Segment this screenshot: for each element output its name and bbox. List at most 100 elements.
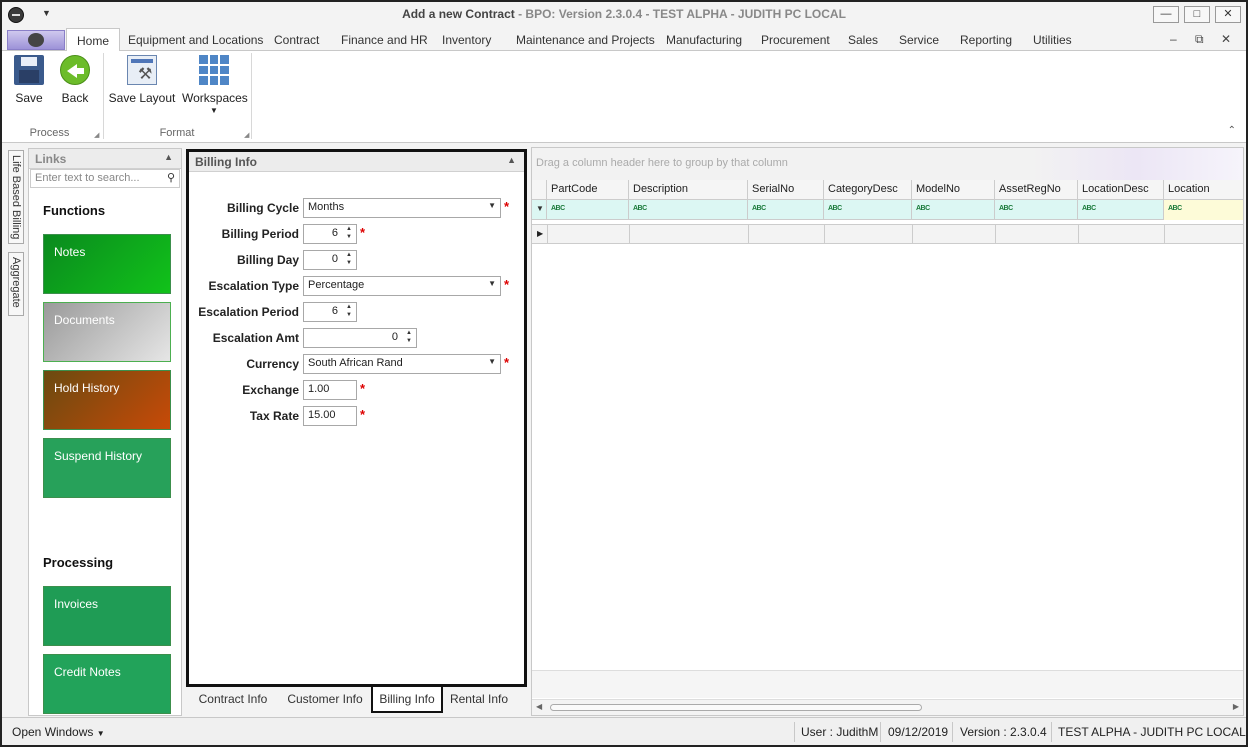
column-header-categorydesc[interactable]: CategoryDesc <box>824 180 912 200</box>
filter-cell-serialno[interactable]: ABC <box>748 200 824 220</box>
tab-equipment-and-locations[interactable]: Equipment and Locations <box>128 33 263 47</box>
tab-utilities[interactable]: Utilities <box>1033 33 1072 47</box>
status-separator <box>952 722 953 742</box>
invoices-tile[interactable]: Invoices <box>43 586 171 646</box>
tab-finance-and-hr[interactable]: Finance and HR <box>341 33 428 47</box>
filter-cell-description[interactable]: ABC <box>629 200 748 220</box>
exchange-input[interactable]: 1.00 <box>303 380 357 400</box>
filter-cell-modelno[interactable]: ABC <box>912 200 995 220</box>
close-button[interactable]: ✕ <box>1215 6 1241 23</box>
column-header-partcode[interactable]: PartCode <box>547 180 629 200</box>
escalation-period-label: Escalation Period <box>198 305 299 319</box>
billing-day-spinner[interactable]: 0 ▲ ▼ <box>303 250 357 270</box>
filter-cell-locationdesc[interactable]: ABC <box>1078 200 1164 220</box>
window-title-main: Add a new Contract <box>402 7 515 21</box>
tab-procurement[interactable]: Procurement <box>761 33 830 47</box>
column-header-description[interactable]: Description <box>629 180 748 200</box>
column-header-locationdesc[interactable]: LocationDesc <box>1078 180 1164 200</box>
documents-tile[interactable]: Documents <box>43 302 171 362</box>
group-by-panel[interactable]: Drag a column header here to group by th… <box>532 148 1243 180</box>
workspaces-button[interactable]: Workspaces ▼ <box>182 55 248 115</box>
mdi-minimize-button[interactable]: – <box>1170 32 1177 46</box>
exchange-value: 1.00 <box>308 383 330 395</box>
collapse-ribbon-icon[interactable]: ⌃ <box>1228 125 1236 136</box>
new-item-row[interactable]: ▶ <box>532 224 1243 244</box>
escalation-amt-spinner[interactable]: 0 ▲ ▼ <box>303 328 417 348</box>
escalation-type-combo[interactable]: Percentage ▼ <box>303 276 501 296</box>
pin-icon[interactable]: ▲ <box>507 155 516 165</box>
process-group-launcher-icon[interactable]: ◢ <box>94 131 99 139</box>
suspend-history-tile[interactable]: Suspend History <box>43 438 171 498</box>
filter-cell-categorydesc[interactable]: ABC <box>824 200 912 220</box>
hold-history-tile[interactable]: Hold History <box>43 370 171 430</box>
tab-home[interactable]: Home <box>66 28 121 52</box>
tab-maintenance-and-projects[interactable]: Maintenance and Projects <box>516 33 655 47</box>
spin-updown-icon[interactable]: ▲ ▼ <box>404 329 414 347</box>
tax-rate-input[interactable]: 15.00 <box>303 406 357 426</box>
tab-reporting[interactable]: Reporting <box>960 33 1012 47</box>
credit-notes-tile[interactable]: Credit Notes <box>43 654 171 714</box>
billing-cycle-combo[interactable]: Months ▼ <box>303 198 501 218</box>
maximize-button[interactable]: □ <box>1184 6 1210 23</box>
app-window: ▼ Add a new Contract - BPO: Version 2.3.… <box>0 0 1248 747</box>
cell-divider <box>1164 225 1165 243</box>
save-layout-button[interactable]: Save Layout <box>108 55 176 105</box>
open-windows-menu[interactable]: Open Windows ▼ <box>12 725 105 739</box>
notes-tile[interactable]: Notes <box>43 234 171 294</box>
format-group-launcher-icon[interactable]: ◢ <box>244 131 249 139</box>
column-header-location[interactable]: Location <box>1164 180 1243 200</box>
tab-customer-info[interactable]: Customer Info <box>280 687 370 713</box>
billing-period-spinner[interactable]: 6 ▲ ▼ <box>303 224 357 244</box>
billing-cycle-value: Months <box>308 201 345 213</box>
escalation-period-spinner[interactable]: 6 ▲ ▼ <box>303 302 357 322</box>
column-header-assetregno[interactable]: AssetRegNo <box>995 180 1078 200</box>
links-search-input[interactable]: Enter text to search... ⚲ <box>30 169 180 188</box>
row-indicator-icon: ▶ <box>537 229 544 238</box>
status-user: User : JudithM <box>801 725 879 739</box>
tax-rate-value: 15.00 <box>308 409 336 421</box>
links-panel-header: Links ▲ <box>29 149 181 169</box>
application-menu-button[interactable] <box>7 30 65 50</box>
chevron-down-icon[interactable]: ▼ <box>488 201 496 210</box>
filter-cell-partcode[interactable]: ABC <box>547 200 629 220</box>
chevron-down-icon[interactable]: ▼ <box>488 279 496 288</box>
tab-billing-info[interactable]: Billing Info <box>371 687 443 713</box>
status-date: 09/12/2019 <box>888 725 949 739</box>
tab-rental-info[interactable]: Rental Info <box>443 687 515 713</box>
chevron-down-icon[interactable]: ▼ <box>488 357 496 366</box>
side-tab-life-based-billing[interactable]: Life Based Billing <box>8 150 24 244</box>
mdi-restore-button[interactable]: ⧉ <box>1195 32 1204 47</box>
filter-cell-location[interactable]: ABC <box>1164 200 1243 220</box>
back-button[interactable]: Back <box>58 55 92 105</box>
side-tab-aggregate[interactable]: Aggregate <box>8 252 24 316</box>
tab-sales[interactable]: Sales <box>848 33 878 47</box>
save-button[interactable]: Save <box>12 55 46 105</box>
column-header-serialno[interactable]: SerialNo <box>748 180 824 200</box>
pin-icon[interactable]: ▲ <box>164 152 173 162</box>
tab-service[interactable]: Service <box>899 33 939 47</box>
ribbon-tab-bar: Home Equipment and Locations Contract Fi… <box>2 28 1246 52</box>
horizontal-scrollbar[interactable]: ◀ ▶ <box>532 699 1243 715</box>
mdi-close-button[interactable]: ✕ <box>1221 32 1231 46</box>
items-grid: Drag a column header here to group by th… <box>531 147 1244 716</box>
tab-contract[interactable]: Contract <box>274 33 319 47</box>
currency-combo[interactable]: South African Rand ▼ <box>303 354 501 374</box>
cell-divider <box>912 225 913 243</box>
billing-cycle-row: Billing Cycle <box>189 198 299 218</box>
spin-updown-icon[interactable]: ▲ ▼ <box>344 225 354 243</box>
scroll-left-icon[interactable]: ◀ <box>536 702 542 711</box>
status-separator <box>880 722 881 742</box>
spin-updown-icon[interactable]: ▲ ▼ <box>344 303 354 321</box>
tab-inventory[interactable]: Inventory <box>442 33 491 47</box>
search-icon[interactable]: ⚲ <box>167 171 175 184</box>
scroll-right-icon[interactable]: ▶ <box>1233 702 1239 711</box>
spin-updown-icon[interactable]: ▲ ▼ <box>344 251 354 269</box>
tab-manufacturing[interactable]: Manufacturing <box>666 33 742 47</box>
scrollbar-thumb[interactable] <box>550 704 922 711</box>
column-header-modelno[interactable]: ModelNo <box>912 180 995 200</box>
minimize-button[interactable]: — <box>1153 6 1179 23</box>
text-filter-icon: ABC <box>1082 205 1096 212</box>
text-filter-icon: ABC <box>752 205 766 212</box>
filter-cell-assetregno[interactable]: ABC <box>995 200 1078 220</box>
tab-contract-info[interactable]: Contract Info <box>186 687 280 713</box>
